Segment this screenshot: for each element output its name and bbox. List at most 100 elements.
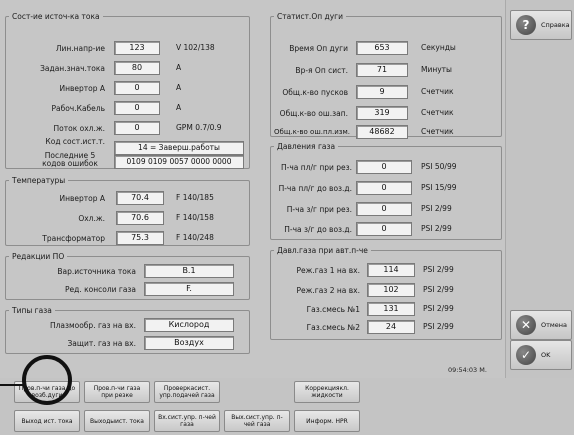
total-starts-unit: Счетчик (421, 87, 454, 96)
auto-gas-pressures-title: Давл.газа при авт.п-че (277, 246, 368, 255)
temp-inverter-unit: F 140/185 (176, 193, 214, 202)
line-voltage-label: Лин.напр-ие (55, 44, 105, 53)
coolant-flow-label: Поток охл.ж. (53, 124, 105, 133)
bottom-button-bar: Пров.п-чи газа до возб.дуги Пров.п-чи га… (0, 378, 574, 435)
plasma-gas-inlet-value: Кислород (144, 318, 234, 332)
help-button-label: Справка (541, 21, 570, 29)
gas-2-inlet-label: Реж.газ 2 на вх. (296, 286, 360, 295)
gas-mix-1-label: Газ.смесь №1 (306, 305, 360, 314)
set-current-value: 80 (114, 61, 160, 75)
temp-inverter-value: 70.4 (116, 191, 164, 205)
line-voltage-unit: V 102/138 (176, 43, 215, 52)
software-versions-title: Редакции ПО (12, 252, 65, 261)
temp-inverter-label: Инвертор А (59, 194, 105, 203)
coolant-flow-unit: GPM 0.7/0.9 (176, 123, 222, 132)
gas-console-version-value: F. (144, 282, 234, 296)
arc-statistics-title: Статист.Оп дуги (277, 12, 343, 21)
gas-control-system-test-button[interactable]: Проверкасист. упр.подачей газа (154, 381, 220, 403)
plasma-cut-pressure-label: П-ча пл/г при рез. (281, 163, 352, 172)
inverter-a-current-unit: A (176, 83, 182, 92)
gas-1-inlet-label: Реж.газ 1 на вх. (296, 266, 360, 275)
cancel-button[interactable]: ✕ Отмена (510, 310, 572, 340)
plasma-preflow-pressure-label: П-ча пл/г до воз.д. (278, 184, 352, 193)
coolant-calibration-button[interactable]: Коррекциякл. жидкости (294, 381, 360, 403)
system-on-time-value: 71 (356, 63, 408, 77)
temp-transformer-label: Трансформатор (42, 234, 105, 243)
coolant-flow-value: 0 (114, 121, 160, 135)
gas-control-inputs-button[interactable]: Вх.сист.упр. п-чей газа (154, 410, 220, 432)
shield-cut-pressure-label: П-ча з/г при рез. (286, 205, 352, 214)
shield-preflow-pressure-unit: PSI 2/99 (421, 224, 452, 233)
gas-1-inlet-unit: PSI 2/99 (423, 265, 454, 274)
shield-preflow-pressure-value: 0 (356, 222, 412, 236)
plasma-cut-pressure-unit: PSI 50/99 (421, 162, 457, 171)
gas-2-inlet-unit: PSI 2/99 (423, 285, 454, 294)
temp-coolant-label: Охл.ж. (78, 214, 105, 223)
arc-on-time-label: Время Оп дуги (289, 44, 348, 53)
question-icon: ? (516, 15, 536, 35)
gas-console-version-label: Ред. консоли газа (65, 285, 136, 294)
status-code-value: 14 = Заверш.работы (114, 141, 244, 155)
gas-types-title: Типы газа (12, 306, 52, 315)
gas-pressures-title: Давления газа (277, 142, 336, 151)
power-supply-version-label: Вар.источника тока (57, 267, 136, 276)
status-code-label: Код сост.ист.т. (45, 137, 105, 146)
callout-pointer-line (0, 384, 24, 386)
gas-mix-2-unit: PSI 2/99 (423, 322, 454, 331)
close-icon: ✕ (516, 315, 536, 335)
diagnostics-screen: Сост-ие источ-ка тока Лин.напр-ие 123 V … (0, 0, 574, 435)
plasma-preflow-pressure-unit: PSI 15/99 (421, 183, 457, 192)
timestamp: 09:54:03 M. (448, 366, 487, 374)
system-on-time-label: Вр-я Оп сист. (295, 66, 348, 75)
gas-mix-2-label: Газ.смесь №2 (306, 323, 360, 332)
cutflow-gas-test-button[interactable]: Пров.п-чи газа при резке (84, 381, 150, 403)
shield-preflow-pressure-label: П-ча з/г до воз.д. (284, 225, 352, 234)
gas-mix-2-value: 24 (367, 320, 415, 334)
hpr-info-button[interactable]: Информ. HPR (294, 410, 360, 432)
work-cable-value: 0 (114, 101, 160, 115)
shield-cut-pressure-value: 0 (356, 202, 412, 216)
gas-1-inlet-value: 114 (367, 263, 415, 277)
inverter-a-current-label: Инвертор А (59, 84, 105, 93)
total-ramp-errors-unit: Счетчик (421, 127, 454, 136)
total-starts-label: Общ.к-во пусков (282, 88, 348, 97)
shield-gas-inlet-value: Воздух (144, 336, 234, 350)
gas-2-inlet-value: 102 (367, 283, 415, 297)
power-supply-status-title: Сост-ие источ-ка тока (12, 12, 100, 21)
gas-mix-1-unit: PSI 2/99 (423, 304, 454, 313)
plasma-preflow-pressure-value: 0 (356, 181, 412, 195)
last-errors-value: 0109 0109 0057 0000 0000 (114, 155, 244, 169)
temp-transformer-unit: F 140/248 (176, 233, 214, 242)
work-cable-unit: A (176, 103, 182, 112)
help-button[interactable]: ? Справка (510, 10, 572, 40)
plasma-cut-pressure-value: 0 (356, 160, 412, 174)
set-current-label: Задан.знач.тока (40, 64, 105, 73)
power-supply-version-value: B.1 (144, 264, 234, 278)
shield-cut-pressure-unit: PSI 2/99 (421, 204, 452, 213)
total-ramp-errors-label: Общ.к-во ош.пл.изм. (274, 128, 350, 136)
system-on-time-unit: Минуты (421, 65, 452, 74)
right-action-panel: ? Справка ✕ Отмена ✓ OK (505, 0, 574, 378)
temperatures-title: Температуры (12, 176, 66, 185)
work-cable-label: Рабоч.Кабель (51, 104, 105, 113)
total-start-errors-value: 319 (356, 106, 408, 120)
gas-mix-1-value: 131 (367, 302, 415, 316)
power-supply-inputs-button[interactable]: Выход ист. тока (14, 410, 80, 432)
total-start-errors-label: Общ.к-во ош.зап. (279, 109, 348, 118)
gas-control-outputs-button[interactable]: Вых.сист.упр. п-чей газа (224, 410, 290, 432)
total-starts-value: 9 (356, 85, 408, 99)
plasma-gas-inlet-label: Плазмообр. газ на вх. (49, 321, 136, 330)
line-voltage-value: 123 (114, 41, 160, 55)
arc-on-time-value: 653 (356, 41, 408, 55)
arc-on-time-unit: Секунды (421, 43, 456, 52)
ok-button[interactable]: ✓ OK (510, 340, 572, 370)
last-errors-label: Последние 5 кодов ошибок (42, 151, 98, 168)
ok-button-label: OK (541, 351, 551, 359)
check-icon: ✓ (516, 345, 536, 365)
temp-coolant-value: 70.6 (116, 211, 164, 225)
total-ramp-errors-value: 48682 (356, 125, 408, 139)
set-current-unit: A (176, 63, 182, 72)
temp-coolant-unit: F 140/158 (176, 213, 214, 222)
power-supply-outputs-button[interactable]: Выходыист. тока (84, 410, 150, 432)
cancel-button-label: Отмена (541, 321, 568, 329)
